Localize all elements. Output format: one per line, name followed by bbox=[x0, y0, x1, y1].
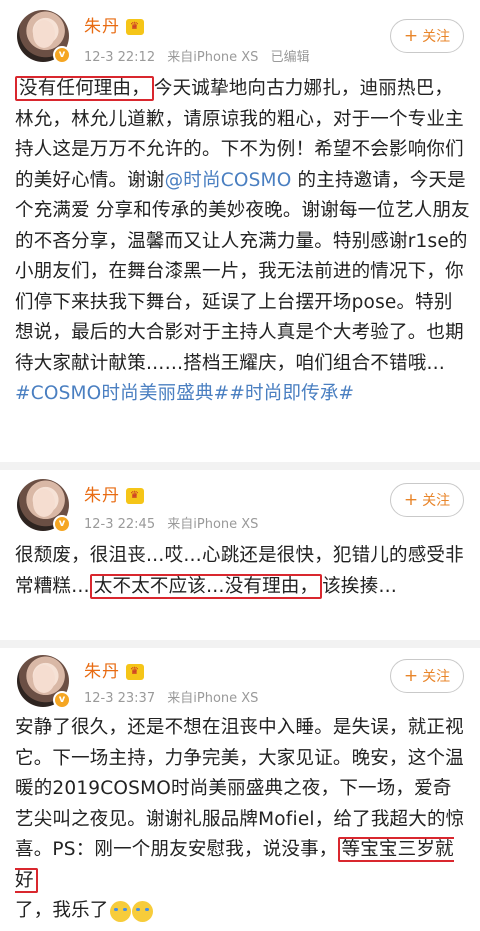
post-date: 12-3 23:37 bbox=[84, 691, 156, 706]
crown-icon: ♛ bbox=[126, 488, 144, 504]
follow-button[interactable]: + 关注 bbox=[390, 659, 464, 693]
post-source: 来自iPhone XS bbox=[167, 691, 259, 706]
highlight-box: 没有任何理由， bbox=[15, 76, 154, 101]
author-name-text[interactable]: 朱丹 bbox=[84, 662, 120, 682]
author-name-text[interactable]: 朱丹 bbox=[84, 17, 120, 37]
crying-laughing-emoji-icon bbox=[131, 900, 153, 922]
post-meta: 12-3 22:12 来自iPhone XS 已编辑 bbox=[84, 46, 318, 65]
edited-label: 已编辑 bbox=[270, 50, 310, 65]
post-date: 12-3 22:12 bbox=[84, 50, 156, 65]
crying-laughing-emoji-icon bbox=[109, 900, 131, 922]
post-tail: 该挨揍… bbox=[322, 575, 398, 597]
weibo-post-2: v 朱丹 ♛ 12-3 22:45 来自iPhone XS + 关注 很颓废，很沮丧… bbox=[0, 463, 480, 641]
post-source: 来自iPhone XS bbox=[167, 50, 259, 65]
author-name-text[interactable]: 朱丹 bbox=[84, 486, 120, 506]
avatar-face bbox=[33, 665, 55, 693]
post-meta: 12-3 23:37 来自iPhone XS bbox=[84, 687, 266, 706]
follow-label: 关注 bbox=[422, 29, 451, 45]
author-name[interactable]: 朱丹 ♛ bbox=[84, 12, 144, 37]
avatar[interactable]: v bbox=[17, 10, 71, 64]
plus-icon: + bbox=[403, 666, 419, 686]
post-text: 没有任何理由， 今天诚挚地向古力娜扎，迪丽热巴，林允，林允儿道歉，请原谅我的粗心，… bbox=[15, 74, 470, 410]
post-date: 12-3 22:45 bbox=[84, 517, 156, 532]
crown-icon: ♛ bbox=[126, 664, 144, 680]
follow-button[interactable]: + 关注 bbox=[390, 19, 464, 53]
post-meta: 12-3 22:45 来自iPhone XS bbox=[84, 513, 266, 532]
weibo-post-3: v 朱丹 ♛ 12-3 23:37 来自iPhone XS + 关注 安静了很久，还… bbox=[0, 641, 480, 931]
plus-icon: + bbox=[403, 490, 419, 510]
weibo-post-1: v 朱丹 ♛ 12-3 22:12 来自iPhone XS 已编辑 + 关注 没有任… bbox=[0, 0, 480, 463]
post-text: 很颓废，很沮丧…哎…心跳还是很快，犯错儿的感受非常糟糕… 太不太不应该…没有理由，… bbox=[15, 541, 470, 602]
crown-icon: ♛ bbox=[126, 19, 144, 35]
post-tail: 了，我乐了 bbox=[15, 900, 109, 921]
plus-icon: + bbox=[403, 26, 419, 46]
v-badge-icon: v bbox=[53, 46, 71, 64]
hashtag-link[interactable]: #COSMO时尚美丽盛典##时尚即传承# bbox=[15, 383, 354, 404]
avatar[interactable]: v bbox=[17, 655, 71, 709]
post-source: 来自iPhone XS bbox=[167, 517, 259, 532]
author-name[interactable]: 朱丹 ♛ bbox=[84, 657, 144, 682]
avatar-face bbox=[33, 489, 55, 517]
v-badge-icon: v bbox=[53, 515, 71, 533]
highlight-box: 太不太不应该…没有理由， bbox=[89, 573, 323, 599]
author-name[interactable]: 朱丹 ♛ bbox=[84, 481, 144, 506]
mention-link[interactable]: @时尚COSMO bbox=[165, 170, 292, 191]
avatar-face bbox=[33, 20, 55, 48]
avatar[interactable]: v bbox=[17, 479, 71, 533]
follow-label: 关注 bbox=[422, 669, 451, 685]
post-text: 安静了很久，还是不想在沮丧中入睡。是失误，就正视它。下一场主持，力争完美，大家见… bbox=[15, 713, 470, 927]
follow-button[interactable]: + 关注 bbox=[390, 483, 464, 517]
post-body-2: 的主持邀请，今天是个充满爱 分享和传承的美妙夜晚。谢谢每一位艺人朋友的不吝分享，… bbox=[15, 169, 470, 374]
follow-label: 关注 bbox=[422, 493, 451, 509]
v-badge-icon: v bbox=[53, 691, 71, 709]
